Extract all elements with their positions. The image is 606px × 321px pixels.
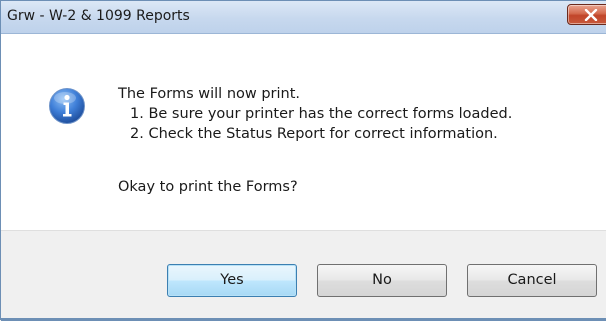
- message-text: The Forms will now print. 1. Be sure you…: [118, 84, 512, 144]
- information-icon: [49, 88, 85, 124]
- close-button[interactable]: [567, 4, 606, 25]
- message-step-2: 2. Check the Status Report for correct i…: [130, 126, 498, 142]
- title-bar[interactable]: Grw - W-2 & 1099 Reports: [1, 1, 606, 34]
- window-title: Grw - W-2 & 1099 Reports: [7, 8, 190, 24]
- dialog-content: The Forms will now print. 1. Be sure you…: [1, 34, 606, 230]
- message-dialog: Grw - W-2 & 1099 Reports The Forms will …: [0, 0, 606, 321]
- message-step-1: 1. Be sure your printer has the correct …: [130, 106, 513, 122]
- yes-button[interactable]: Yes: [167, 264, 297, 297]
- message-question: Okay to print the Forms?: [118, 179, 298, 195]
- message-heading: The Forms will now print.: [118, 86, 301, 102]
- no-button[interactable]: No: [317, 264, 447, 297]
- close-icon: [584, 9, 598, 21]
- button-bar: Yes No Cancel: [1, 230, 606, 321]
- cancel-button[interactable]: Cancel: [467, 264, 597, 297]
